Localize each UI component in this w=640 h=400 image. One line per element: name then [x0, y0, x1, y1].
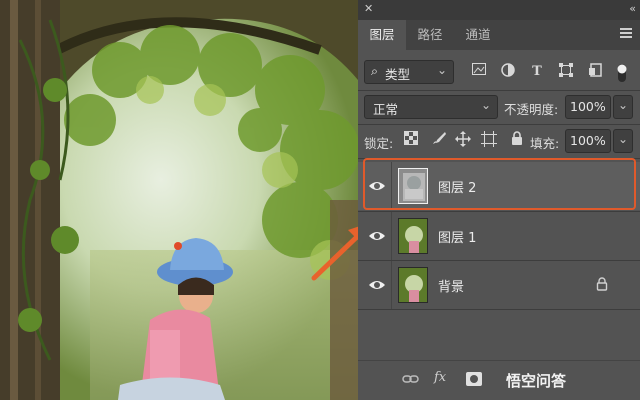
- layer-row[interactable]: 背景: [358, 261, 640, 309]
- close-icon[interactable]: ✕: [364, 2, 373, 15]
- blend-mode-dropdown[interactable]: 正常 ⌄: [364, 95, 498, 119]
- selection-highlight: [363, 158, 636, 210]
- shape-filter-icon[interactable]: [557, 63, 575, 81]
- tab-channels[interactable]: 通道: [454, 20, 502, 50]
- tab-paths[interactable]: 路径: [406, 20, 454, 50]
- chevron-down-icon: ⌄: [617, 98, 628, 112]
- panel-title-bar: ✕ ‹‹: [358, 0, 640, 20]
- lock-icon: [596, 277, 608, 291]
- layer-name: 图层 1: [438, 231, 477, 246]
- lock-transparent-pixels-icon[interactable]: [402, 131, 420, 149]
- fill-label: 填充:: [530, 136, 560, 151]
- smart-object-filter-icon[interactable]: [586, 63, 604, 81]
- panel-menu-icon[interactable]: [620, 28, 632, 40]
- link-layers-icon[interactable]: [402, 372, 420, 390]
- search-icon: ⌕: [371, 63, 379, 78]
- opacity-label: 不透明度:: [504, 102, 559, 117]
- adjustment-filter-icon[interactable]: [499, 63, 517, 81]
- chevron-down-icon: ⌄: [436, 63, 447, 77]
- divider: [358, 90, 640, 91]
- filter-kind-dropdown[interactable]: ⌕ 类型 ⌄: [364, 60, 454, 84]
- layer-name: 背景: [438, 280, 465, 295]
- canvas-photo: [0, 0, 358, 400]
- layers-panel: ✕ ‹‹ 图层 路径 通道 ⌕ 类型 ⌄ T 正常 ⌄ 不透明度: 100% ⌄: [358, 0, 640, 400]
- opacity-field[interactable]: 100%: [565, 95, 611, 119]
- watermark-text: 悟空问答: [506, 372, 567, 390]
- fill-dropdown[interactable]: ⌄: [613, 129, 633, 153]
- lock-image-pixels-icon[interactable]: [430, 131, 448, 149]
- panel-tabs: 图层 路径 通道: [358, 20, 640, 50]
- chevron-down-icon: ⌄: [480, 98, 491, 112]
- blend-mode-value: 正常: [373, 102, 399, 117]
- visibility-eye-icon[interactable]: [368, 227, 386, 245]
- divider: [358, 124, 640, 125]
- divider: [358, 309, 640, 310]
- layer-row[interactable]: 图层 1: [358, 212, 640, 260]
- chevron-down-icon: ⌄: [617, 132, 628, 146]
- fx-icon[interactable]: fx: [434, 370, 446, 385]
- lock-label: 锁定:: [364, 136, 394, 151]
- panel-bottom-toolbar: fx 悟空问答: [358, 360, 640, 400]
- visibility-eye-icon[interactable]: [368, 276, 386, 294]
- fill-value: 100%: [570, 133, 606, 148]
- lock-all-icon[interactable]: [508, 131, 526, 149]
- divider: [391, 212, 392, 260]
- add-mask-icon[interactable]: [466, 372, 482, 390]
- fill-field[interactable]: 100%: [565, 129, 611, 153]
- tab-layers[interactable]: 图层: [358, 20, 406, 50]
- image-filter-icon[interactable]: [470, 63, 488, 81]
- lock-artboard-icon[interactable]: [480, 131, 498, 149]
- lock-position-icon[interactable]: [454, 131, 472, 149]
- filter-toggle[interactable]: [614, 62, 630, 84]
- opacity-dropdown[interactable]: ⌄: [613, 95, 633, 119]
- divider: [391, 261, 392, 309]
- opacity-value: 100%: [570, 99, 606, 114]
- layer-thumbnail: [398, 267, 428, 303]
- layer-thumbnail: [398, 218, 428, 254]
- collapse-icon[interactable]: ‹‹: [629, 2, 636, 15]
- type-filter-icon[interactable]: T: [528, 63, 546, 81]
- filter-kind-label: 类型: [385, 67, 411, 82]
